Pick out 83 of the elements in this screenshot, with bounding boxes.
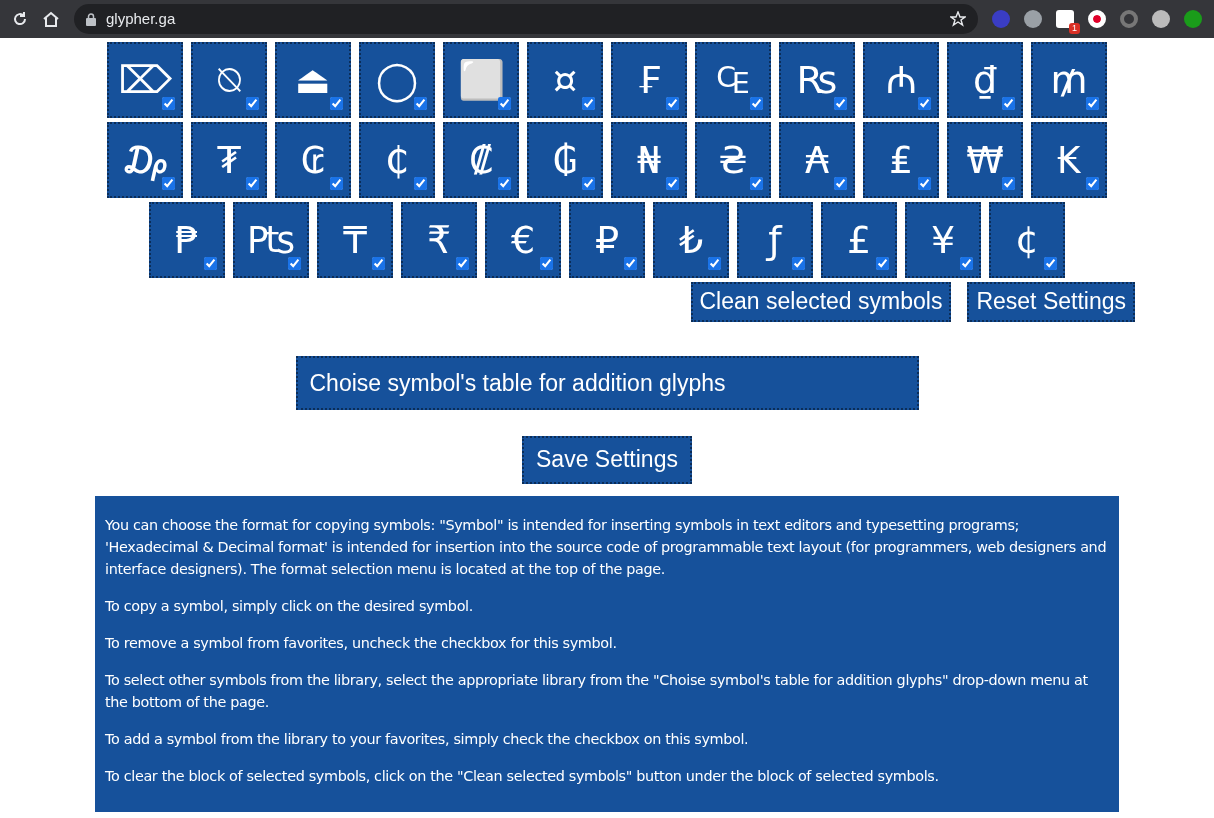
checkbox[interactable] (1002, 97, 1015, 110)
checkbox[interactable] (666, 177, 679, 190)
info-paragraph: You can choose the format for copying symbols: "Symbol" is intended for inserting symbols in text editors and typesetting programs; 'Hexadecimal & Decimal format' is intended for insertion into the source code of programmable text layout (for programmers, web designers and interface designers). The format selection menu is located at the top of the page. (105, 515, 1108, 579)
notification-badge: 1 (1069, 23, 1080, 34)
checkbox[interactable] (750, 97, 763, 110)
reset-button[interactable]: Reset Settings (967, 282, 1135, 322)
symbol-tile[interactable]: ₵ (359, 122, 435, 198)
checkbox[interactable] (498, 177, 511, 190)
symbol-tile[interactable]: ƒ (737, 202, 813, 278)
symbol-tile[interactable]: ₢ (275, 122, 351, 198)
checkbox[interactable] (792, 257, 805, 270)
checkbox[interactable] (708, 257, 721, 270)
symbol-tile[interactable]: ₮ (191, 122, 267, 198)
table-select[interactable]: Choise symbol's table for addition glyphs (295, 355, 919, 411)
symbol-tile[interactable]: ¢ (989, 202, 1065, 278)
reload-icon[interactable] (12, 11, 28, 27)
checkbox[interactable] (750, 177, 763, 190)
symbol-tile[interactable]: ₣ (611, 42, 687, 118)
symbol-tile[interactable]: ₭ (1031, 122, 1107, 198)
symbol-tile[interactable]: ₹ (401, 202, 477, 278)
symbol-tile[interactable]: ₼ (863, 42, 939, 118)
symbol-tile[interactable]: ₳ (779, 122, 855, 198)
symbol-tile[interactable]: ₸ (317, 202, 393, 278)
symbol-tile[interactable]: ₽ (569, 202, 645, 278)
checkbox[interactable] (624, 257, 637, 270)
checkbox[interactable] (330, 97, 343, 110)
symbol-tile[interactable]: ₱ (149, 202, 225, 278)
symbol-tile[interactable]: ₺ (653, 202, 729, 278)
checkbox[interactable] (1002, 177, 1015, 190)
checkbox[interactable] (414, 177, 427, 190)
checkbox[interactable] (1086, 177, 1099, 190)
checkbox[interactable] (330, 177, 343, 190)
symbol-tile[interactable]: ⍉ (191, 42, 267, 118)
symbol-tile[interactable]: ¤ (527, 42, 603, 118)
checkbox[interactable] (540, 257, 553, 270)
checkbox[interactable] (162, 97, 175, 110)
symbol-tile[interactable]: ₴ (695, 122, 771, 198)
checkbox[interactable] (288, 257, 301, 270)
info-paragraph: To remove a symbol from favorites, uncheck the checkbox for this symbol. (105, 633, 618, 653)
symbol-tile[interactable]: ◯ (359, 42, 435, 118)
symbol-tile[interactable]: ₩ (947, 122, 1023, 198)
checkbox[interactable] (204, 257, 217, 270)
info-paragraph: To clear the block of selected symbols, click on the "Clean selected symbols" button under the block of selected symbols. (105, 766, 940, 786)
symbol-tile[interactable]: £ (821, 202, 897, 278)
symbol-tile[interactable]: ₯ (107, 122, 183, 198)
checkbox[interactable] (1086, 97, 1099, 110)
home-icon[interactable] (42, 11, 60, 27)
checkbox[interactable] (666, 97, 679, 110)
symbol-tile[interactable]: ₡ (443, 122, 519, 198)
symbol-tile[interactable]: ₦ (611, 122, 687, 198)
checkbox[interactable] (1044, 257, 1057, 270)
checkbox[interactable] (582, 97, 595, 110)
checkbox[interactable] (918, 177, 931, 190)
checkbox[interactable] (876, 257, 889, 270)
lock-icon (86, 12, 96, 26)
checkbox[interactable] (834, 97, 847, 110)
symbol-tile[interactable]: ¥ (905, 202, 981, 278)
checkbox[interactable] (246, 177, 259, 190)
checkbox[interactable] (918, 97, 931, 110)
symbol-tile[interactable]: ⏏ (275, 42, 351, 118)
clean-button[interactable]: Clean selected symbols (690, 282, 952, 322)
save-button[interactable]: Save Settings (522, 436, 692, 484)
checkbox[interactable] (372, 257, 385, 270)
checkbox[interactable] (246, 97, 259, 110)
info-paragraph: To copy a symbol, simply click on the desired symbol. (105, 596, 474, 616)
symbol-tile[interactable]: € (485, 202, 561, 278)
info-paragraph: To select other symbols from the library, select the appropriate library from the "Choise symbol's table for addition glyphs" drop-down menu at the bottom of the page. (105, 670, 1089, 712)
checkbox[interactable] (834, 177, 847, 190)
symbol-tile[interactable]: ₥ (1031, 42, 1107, 118)
symbol-tile[interactable]: ₧ (233, 202, 309, 278)
star-icon[interactable] (950, 11, 966, 27)
checkbox[interactable] (960, 257, 973, 270)
symbol-tile[interactable]: ₤ (863, 122, 939, 198)
symbol-tile[interactable]: ⌦ (107, 42, 183, 118)
symbol-tile[interactable]: ₠ (695, 42, 771, 118)
symbol-tile[interactable]: ₲ (527, 122, 603, 198)
info-paragraph: To add a symbol from the library to your favorites, simply check the checkbox on this symbol. (105, 729, 750, 749)
symbol-tile[interactable]: ₨ (779, 42, 855, 118)
checkbox[interactable] (582, 177, 595, 190)
symbol-tile[interactable]: ₫ (947, 42, 1023, 118)
url-text: glypher.ga (106, 8, 176, 29)
checkbox[interactable] (456, 257, 469, 270)
address-bar[interactable]: glypher.ga (74, 4, 978, 34)
